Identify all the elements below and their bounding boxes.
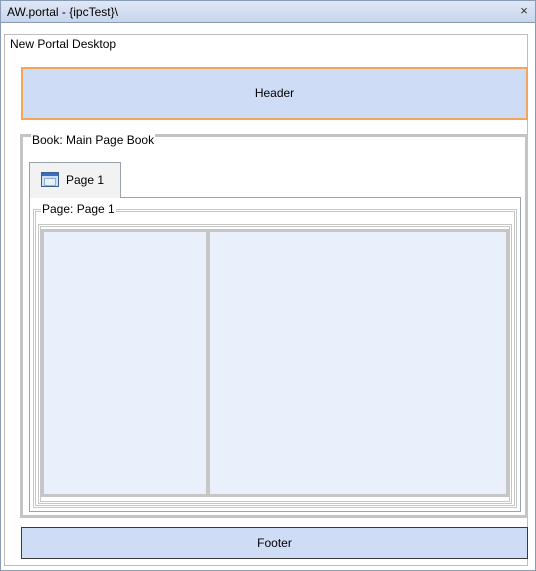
page-icon: [41, 172, 59, 187]
header-label: Header: [254, 86, 295, 100]
footer-region[interactable]: Footer: [21, 527, 528, 559]
close-icon[interactable]: ×: [517, 4, 531, 18]
tab-label: Page 1: [66, 173, 105, 187]
header-region[interactable]: Header: [21, 67, 528, 120]
right-column-placeholder[interactable]: [207, 229, 509, 497]
tab-page-1[interactable]: Page 1: [29, 162, 121, 198]
left-column-placeholder[interactable]: [41, 229, 209, 497]
title-bar[interactable]: AW.portal - {ipcTest}\ ×: [1, 1, 535, 23]
portal-desktop-legend: New Portal Desktop: [9, 37, 118, 51]
footer-label: Footer: [257, 536, 292, 550]
page-legend: Page: Page 1: [41, 202, 116, 216]
window-title: AW.portal - {ipcTest}\: [7, 5, 118, 19]
book-legend: Book: Main Page Book: [31, 133, 156, 147]
